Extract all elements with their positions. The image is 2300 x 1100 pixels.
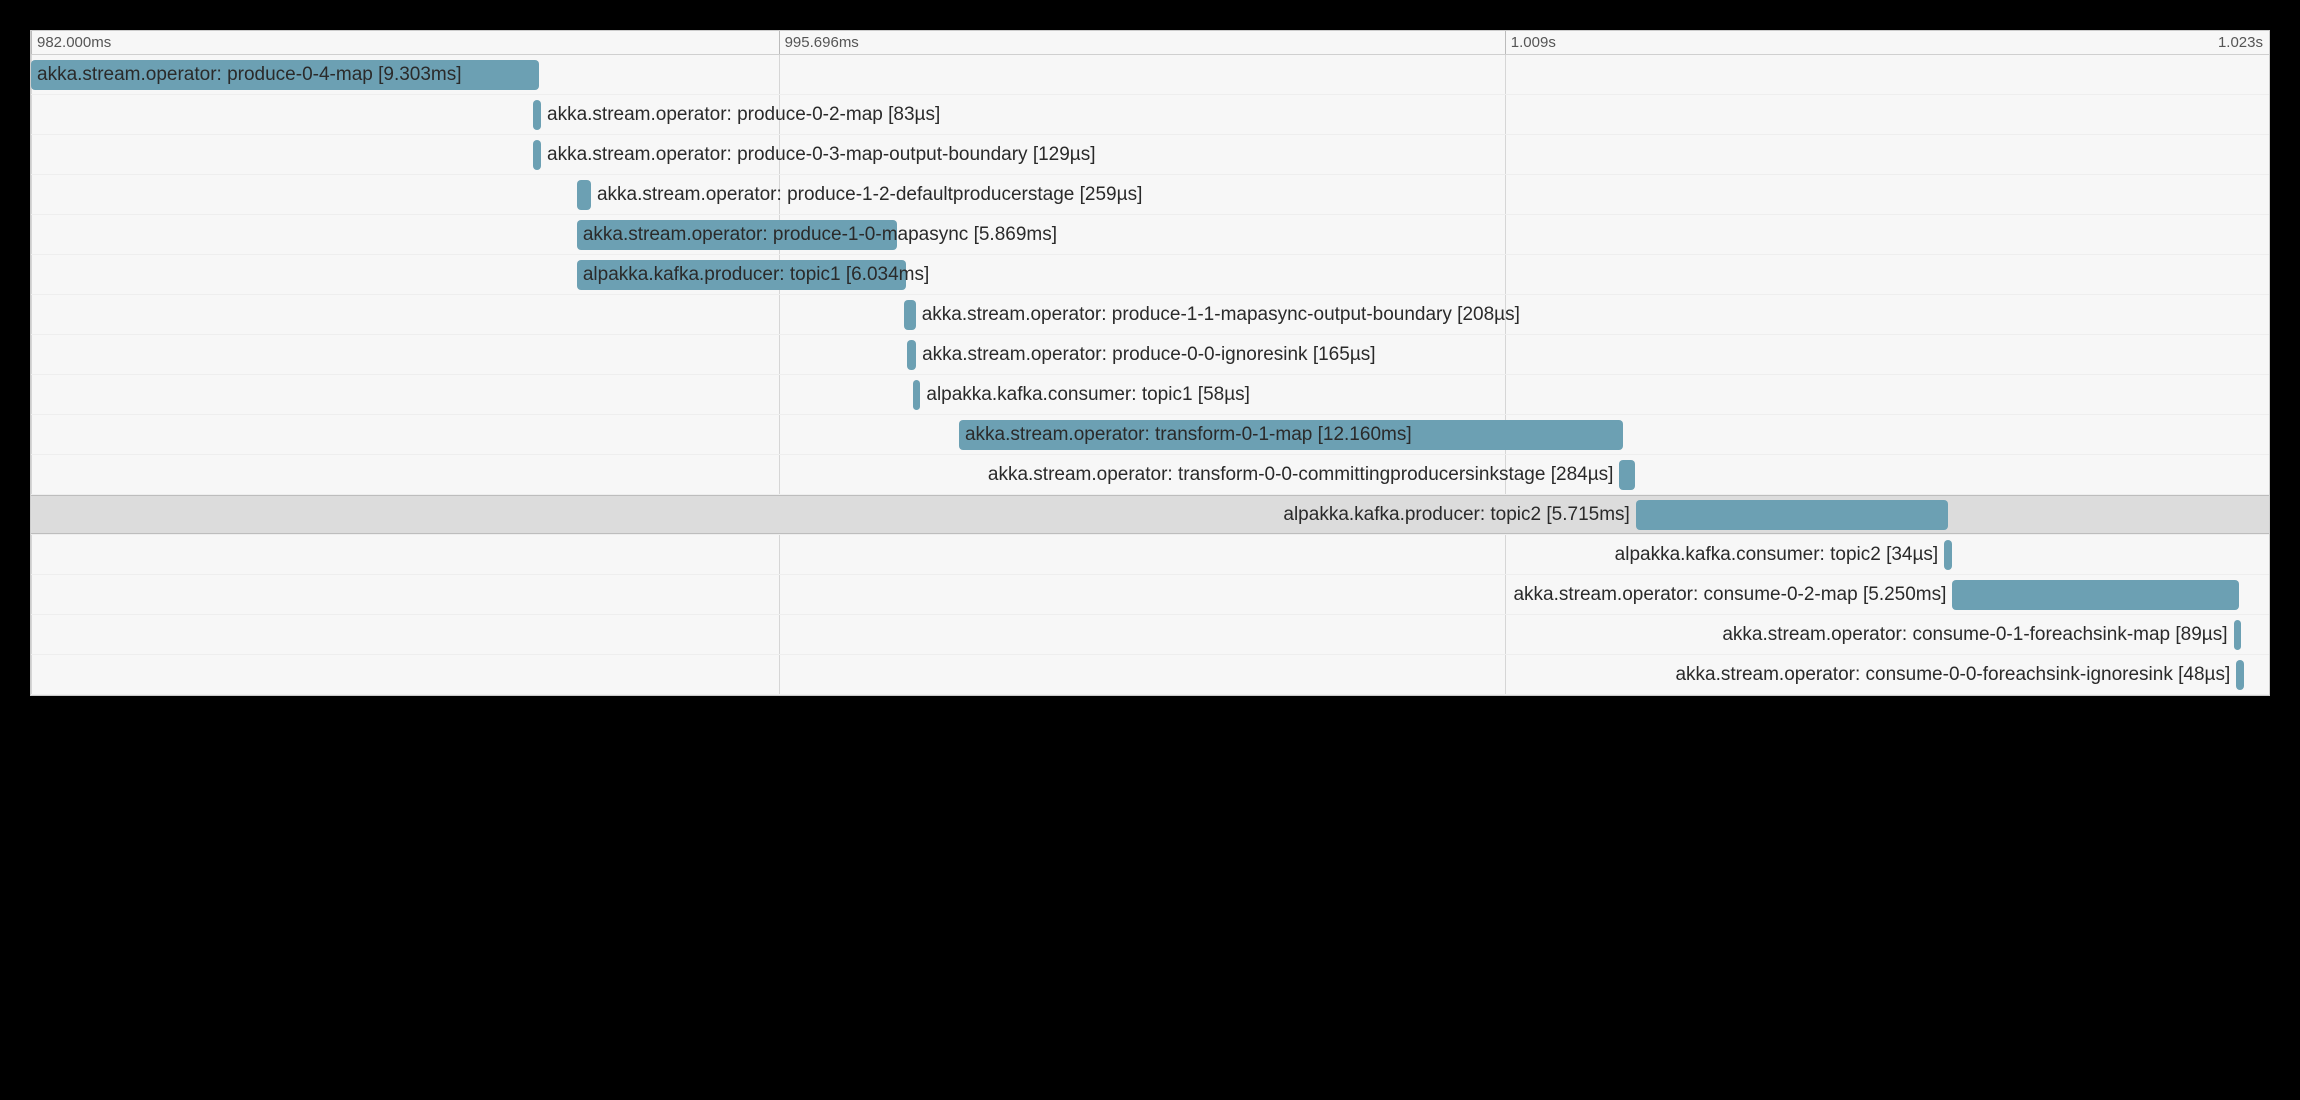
span-label: akka.stream.operator: transform-0-1-map … bbox=[959, 415, 1418, 455]
time-tick-label: 995.696ms bbox=[779, 34, 859, 51]
span-label: alpakka.kafka.producer: topic2 [5.715ms] bbox=[1277, 495, 1635, 535]
span-row[interactable]: akka.stream.operator: consume-0-0-foreac… bbox=[31, 655, 2269, 695]
tick-line bbox=[779, 31, 780, 54]
span-label: akka.stream.operator: produce-0-3-map-ou… bbox=[541, 135, 1102, 175]
span-row[interactable]: akka.stream.operator: consume-0-2-map [5… bbox=[31, 575, 2269, 615]
span-bar[interactable] bbox=[913, 380, 921, 410]
span-label: alpakka.kafka.producer: topic1 [6.034ms] bbox=[577, 255, 935, 295]
span-label: akka.stream.operator: produce-0-0-ignore… bbox=[916, 335, 1381, 375]
span-label: akka.stream.operator: produce-0-2-map [8… bbox=[541, 95, 946, 135]
time-axis[interactable]: 982.000ms 995.696ms 1.009s 1.023s bbox=[31, 31, 2269, 55]
span-label: alpakka.kafka.consumer: topic1 [58µs] bbox=[920, 375, 1256, 415]
span-label: akka.stream.operator: consume-0-1-foreac… bbox=[1716, 615, 2233, 655]
span-bar[interactable] bbox=[1636, 500, 1948, 530]
span-row[interactable]: akka.stream.operator: produce-1-0-mapasy… bbox=[31, 215, 2269, 255]
time-tick-label: 982.000ms bbox=[31, 34, 111, 51]
span-row[interactable]: alpakka.kafka.consumer: topic1 [58µs] bbox=[31, 375, 2269, 415]
span-rows-container: akka.stream.operator: produce-0-4-map [9… bbox=[31, 55, 2269, 695]
span-label: akka.stream.operator: produce-1-1-mapasy… bbox=[916, 295, 1526, 335]
tick-line bbox=[2269, 31, 2270, 54]
span-label: akka.stream.operator: consume-0-0-foreac… bbox=[1669, 655, 2236, 695]
span-row[interactable]: akka.stream.operator: produce-0-3-map-ou… bbox=[31, 135, 2269, 175]
span-bar[interactable] bbox=[907, 340, 916, 370]
span-bar[interactable] bbox=[1952, 580, 2239, 610]
time-tick: 1.009s bbox=[1505, 31, 1556, 54]
time-tick: 995.696ms bbox=[779, 31, 859, 54]
span-row[interactable]: akka.stream.operator: produce-0-0-ignore… bbox=[31, 335, 2269, 375]
span-row[interactable]: akka.stream.operator: transform-0-1-map … bbox=[31, 415, 2269, 455]
span-bar[interactable] bbox=[1944, 540, 1952, 570]
span-row[interactable]: alpakka.kafka.consumer: topic2 [34µs] bbox=[31, 535, 2269, 575]
span-bar[interactable] bbox=[1619, 460, 1635, 490]
span-row[interactable]: alpakka.kafka.producer: topic1 [6.034ms] bbox=[31, 255, 2269, 295]
tick-line bbox=[1505, 31, 1506, 54]
time-tick-label: 1.023s bbox=[2218, 34, 2263, 51]
span-row[interactable]: alpakka.kafka.producer: topic2 [5.715ms] bbox=[31, 495, 2269, 535]
span-bar[interactable] bbox=[2236, 660, 2244, 690]
tick-line bbox=[31, 31, 32, 54]
span-row[interactable]: akka.stream.operator: produce-1-1-mapasy… bbox=[31, 295, 2269, 335]
span-row[interactable]: akka.stream.operator: consume-0-1-foreac… bbox=[31, 615, 2269, 655]
span-row[interactable]: akka.stream.operator: produce-0-2-map [8… bbox=[31, 95, 2269, 135]
span-row[interactable]: akka.stream.operator: produce-1-2-defaul… bbox=[31, 175, 2269, 215]
trace-viewer[interactable]: 982.000ms 995.696ms 1.009s 1.023s akka.stre… bbox=[30, 30, 2270, 696]
span-label: akka.stream.operator: produce-0-4-map [9… bbox=[31, 55, 468, 95]
span-bar[interactable] bbox=[577, 180, 591, 210]
span-bar[interactable] bbox=[904, 300, 915, 330]
span-label: akka.stream.operator: produce-1-2-defaul… bbox=[591, 175, 1148, 215]
span-row[interactable]: akka.stream.operator: produce-0-4-map [9… bbox=[31, 55, 2269, 95]
span-label: alpakka.kafka.consumer: topic2 [34µs] bbox=[1609, 535, 1945, 575]
span-bar[interactable] bbox=[2234, 620, 2242, 650]
span-label: akka.stream.operator: produce-1-0-mapasy… bbox=[577, 215, 1063, 255]
time-tick: 982.000ms bbox=[31, 31, 111, 54]
gridline bbox=[2269, 55, 2270, 695]
span-bar[interactable] bbox=[533, 100, 541, 130]
span-bar[interactable] bbox=[533, 140, 541, 170]
time-tick-label: 1.009s bbox=[1505, 34, 1556, 51]
span-row[interactable]: akka.stream.operator: transform-0-0-comm… bbox=[31, 455, 2269, 495]
span-label: akka.stream.operator: transform-0-0-comm… bbox=[982, 455, 1620, 495]
span-label: akka.stream.operator: consume-0-2-map [5… bbox=[1507, 575, 1952, 615]
